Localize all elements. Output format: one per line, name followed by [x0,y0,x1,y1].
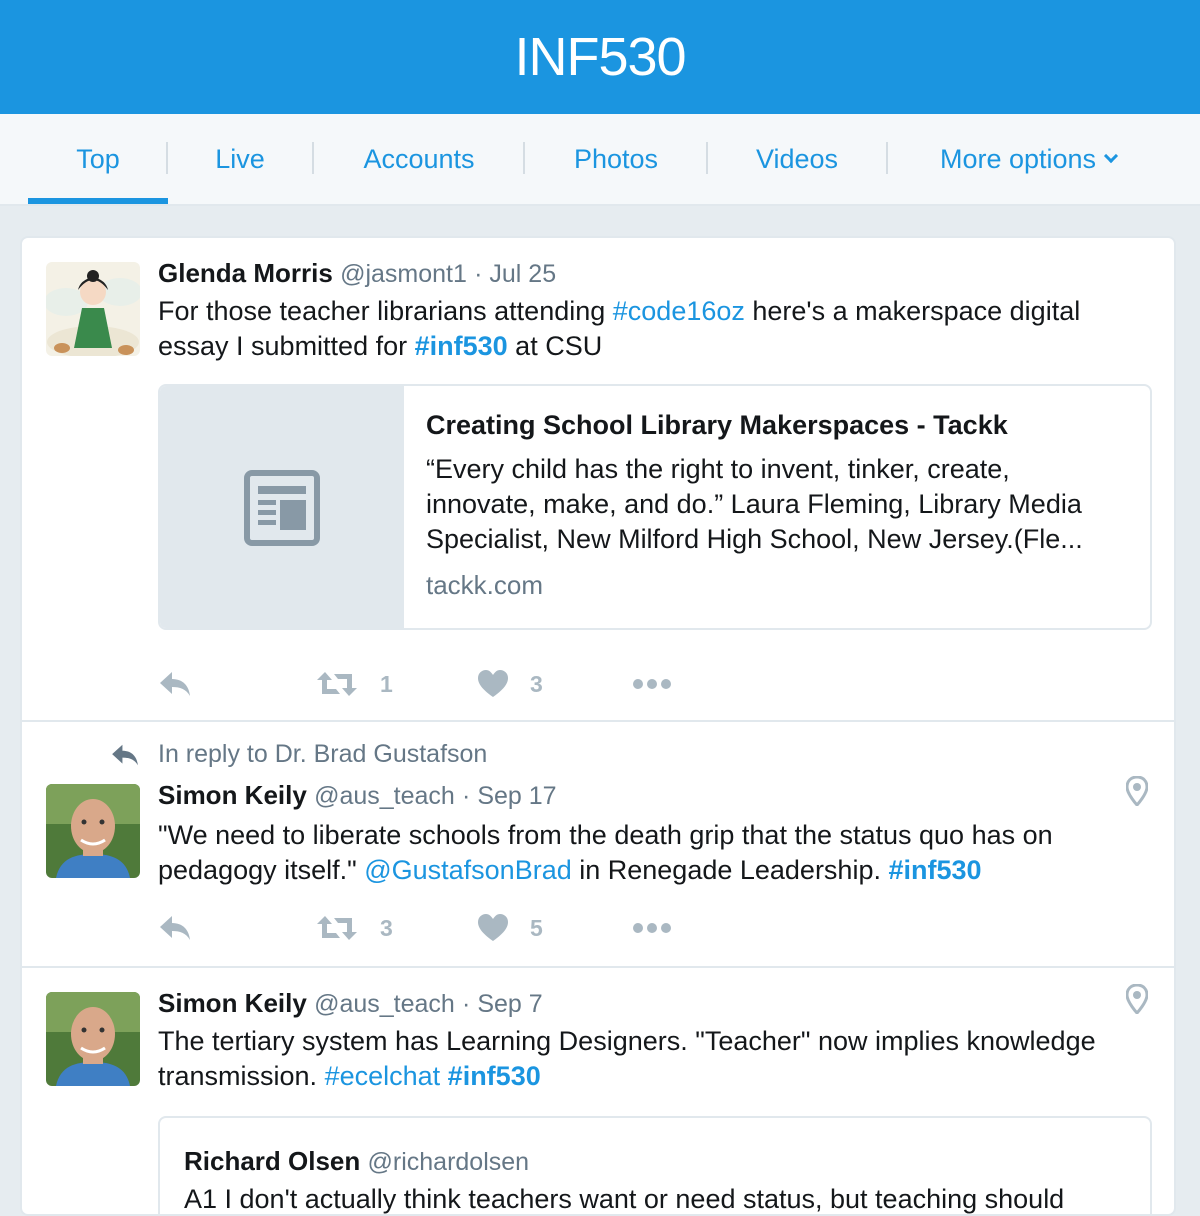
tab-videos[interactable]: Videos [728,114,866,204]
tweet[interactable]: Glenda Morris @jasmont1 · Jul 25 For tho… [22,238,1174,722]
retweet-icon [317,916,357,940]
article-icon [244,470,320,546]
tab-label: Top [76,143,120,174]
tab-label: Videos [755,143,839,174]
quoted-tweet-header: Richard Olsen @richardolsen [184,1146,529,1177]
tweet-header: Glenda Morris @jasmont1 · Jul 25 [158,258,556,289]
avatar[interactable] [46,262,140,356]
card-description: “Every child has the right to invent, ti… [426,454,1083,554]
tweet-header: Simon Keily @aus_teach · Sep 7 [158,988,543,1019]
quoted-author-name: Richard Olsen [184,1146,361,1176]
author-name[interactable]: Simon Keily [158,780,307,810]
tab-divider [706,142,708,174]
tab-live[interactable]: Live [186,114,294,204]
tweet-text: For those teacher librarians attending #… [158,294,1148,364]
hashtag-link[interactable]: #inf530 [448,1061,541,1091]
tab-top[interactable]: Top [28,114,168,204]
tab-divider [886,142,888,174]
tab-label: Photos [573,143,659,174]
retweet-count: 3 [380,914,393,941]
text-segment: in Renegade Leadership. [571,855,889,885]
reply-context[interactable]: In reply to Dr. Brad Gustafson [110,740,487,769]
tweet-stream: Glenda Morris @jasmont1 · Jul 25 For tho… [20,236,1176,1216]
more-dots-icon [633,679,671,689]
hashtag-link[interactable]: #ecelchat [325,1061,441,1091]
reply-icon [160,672,190,696]
more-button[interactable] [632,664,672,704]
avatar[interactable] [46,992,140,1086]
app-header: INF530 [0,0,1200,114]
tweet-date[interactable]: · Sep 7 [462,990,543,1018]
author-name[interactable]: Glenda Morris [158,258,333,288]
mention-link[interactable]: @GustafsonBrad [364,855,572,885]
heart-icon [478,914,508,941]
avatar[interactable] [46,784,140,878]
text-segment: at CSU [507,331,603,361]
tab-label: Accounts [363,143,475,174]
tab-label: Live [215,143,265,174]
tab-photos[interactable]: Photos [546,114,686,204]
tab-label: More options [939,143,1097,174]
location-pin-icon [1126,776,1148,806]
tweet-date[interactable]: · Jul 25 [474,260,556,288]
card-thumbnail [160,386,404,628]
active-tab-indicator [28,198,168,204]
author-name[interactable]: Simon Keily [158,988,307,1018]
link-card[interactable]: Creating School Library Makerspaces - Ta… [158,384,1152,630]
tab-divider [166,142,168,174]
reply-icon [112,744,138,765]
tweet-date[interactable]: · Sep 17 [462,782,557,810]
tweet[interactable]: Simon Keily @aus_teach · Sep 7 The terti… [22,968,1174,1214]
like-count: 3 [530,670,543,697]
retweet-button[interactable]: 1 [316,664,393,704]
tweet-actions: 3 5 [158,908,758,948]
tweet-actions: 1 3 [158,664,758,704]
author-handle[interactable]: @aus_teach [314,990,455,1018]
location-pin-icon [1126,984,1148,1014]
author-handle[interactable]: @aus_teach [314,782,455,810]
more-button[interactable] [632,908,672,948]
tab-divider [312,142,314,174]
tweet-text: The tertiary system has Learning Designe… [158,1024,1148,1094]
text-segment [440,1061,448,1091]
tab-accounts[interactable]: Accounts [334,114,504,204]
tab-divider [523,142,525,174]
text-segment: For those teacher librarians attending [158,296,613,326]
tweet[interactable]: In reply to Dr. Brad Gustafson Simon Kei… [22,722,1174,968]
reply-icon [160,916,190,940]
text-segment: The tertiary system has Learning Designe… [158,1026,1096,1091]
reply-context-text: In reply to Dr. Brad Gustafson [158,740,488,768]
hashtag-link[interactable]: #code16oz [613,296,745,326]
more-dots-icon [633,923,671,933]
search-tabs: Top Live Accounts Photos Videos More opt… [0,114,1200,206]
retweet-count: 1 [380,670,393,697]
hashtag-link[interactable]: #inf530 [888,855,981,885]
page-title: INF530 [514,27,686,87]
reply-button[interactable] [158,908,192,948]
like-button[interactable]: 3 [478,664,543,704]
reply-button[interactable] [158,664,192,704]
heart-icon [478,670,508,697]
tweet-text: "We need to liberate schools from the de… [158,818,1148,888]
retweet-icon [317,672,357,696]
tweet-header: Simon Keily @aus_teach · Sep 17 [158,780,557,811]
retweet-button[interactable]: 3 [316,908,393,948]
card-domain: tackk.com [426,570,544,600]
quoted-author-handle: @richardolsen [367,1148,530,1176]
like-button[interactable]: 5 [478,908,543,948]
card-title: Creating School Library Makerspaces - Ta… [426,410,1008,440]
author-handle[interactable]: @jasmont1 [340,260,467,288]
tab-more-options[interactable]: More options [910,114,1146,204]
chevron-down-icon [1103,148,1119,164]
quoted-tweet[interactable]: Richard Olsen @richardolsen A1 I don't a… [158,1116,1152,1214]
hashtag-link[interactable]: #inf530 [415,331,508,361]
like-count: 5 [530,914,543,941]
